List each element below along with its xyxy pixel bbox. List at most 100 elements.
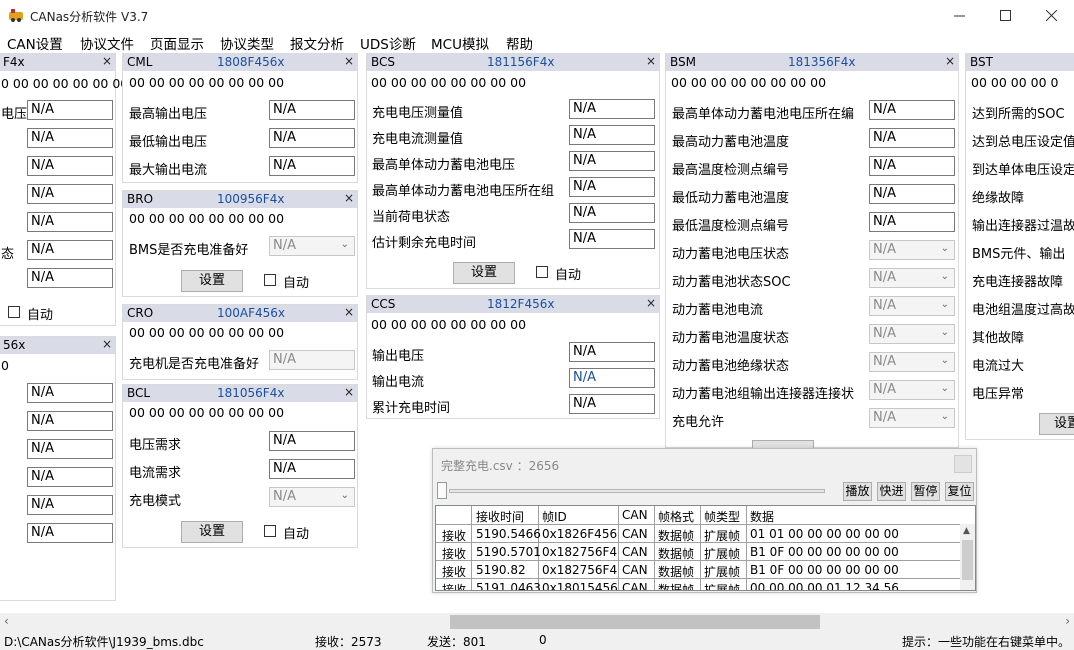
value-field[interactable]: N/A — [27, 240, 113, 260]
column-header[interactable]: 数据 — [750, 508, 774, 525]
value-field[interactable]: N/A — [27, 495, 113, 515]
panel-close-button[interactable]: × — [102, 337, 112, 351]
scroll-up-icon[interactable]: ▲ — [963, 526, 970, 536]
settings-button[interactable]: 设置 — [453, 262, 515, 284]
pause-button[interactable]: 暂停 — [911, 482, 940, 501]
value-field[interactable]: N/A — [269, 459, 355, 479]
workspace-horizontal-scrollbar[interactable]: ‹ › — [0, 613, 1074, 631]
panel-close-button[interactable]: × — [344, 385, 354, 399]
field-label: 电压 — [1, 107, 28, 122]
menu-uds-diagnosis[interactable]: UDS诊断 — [360, 33, 416, 53]
menu-message-analysis[interactable]: 报文分析 — [290, 33, 344, 53]
value-field[interactable]: N/A — [269, 100, 355, 120]
column-header[interactable]: 帧ID — [542, 508, 567, 525]
scroll-thumb[interactable] — [962, 540, 973, 580]
value-field[interactable]: N/A — [569, 203, 655, 223]
value-field[interactable]: N/A — [27, 128, 113, 148]
value-field[interactable]: N/A — [869, 128, 955, 148]
value-field[interactable]: N/A — [569, 394, 655, 414]
settings-button[interactable]: 设置 — [181, 521, 243, 543]
panel-name: CRO — [127, 306, 154, 320]
value-field[interactable]: N/A — [569, 125, 655, 145]
value-field[interactable]: N/A — [27, 156, 113, 176]
value-field[interactable]: N/A — [269, 431, 355, 451]
value-dropdown[interactable]: N/A ⌄ — [269, 487, 355, 507]
value-field[interactable]: N/A — [569, 151, 655, 171]
panel-close-button[interactable]: × — [102, 54, 112, 68]
value-field[interactable]: N/A — [27, 383, 113, 403]
settings-button[interactable]: 设置 — [1039, 413, 1074, 435]
value-field[interactable]: N/A — [27, 268, 113, 288]
playback-slider-handle[interactable] — [437, 482, 447, 499]
value-field[interactable]: N/A — [27, 467, 113, 487]
minimize-button[interactable] — [936, 2, 982, 29]
value-field[interactable]: N/A — [869, 156, 955, 176]
auto-checkbox[interactable] — [536, 266, 548, 278]
value-field[interactable]: N/A — [27, 184, 113, 204]
playback-slider-track[interactable] — [449, 489, 825, 493]
table-vertical-scrollbar[interactable]: ▲ — [960, 524, 975, 590]
value-field[interactable]: N/A — [269, 156, 355, 176]
scroll-thumb[interactable] — [450, 615, 820, 629]
field-label: 最高单体动力蓄电池电压所在编 — [672, 107, 855, 122]
value-dropdown[interactable]: N/A ⌄ — [869, 352, 955, 372]
menu-page-display[interactable]: 页面显示 — [150, 33, 204, 53]
reset-button[interactable]: 复位 — [945, 482, 974, 501]
panel-close-button[interactable]: × — [344, 191, 354, 205]
value-dropdown[interactable]: N/A ⌄ — [869, 408, 955, 428]
value-field[interactable]: N/A — [569, 368, 655, 388]
value-dropdown[interactable]: N/A ⌄ — [869, 324, 955, 344]
field-label: 其他故障 — [972, 331, 1025, 346]
value-dropdown[interactable]: N/A ⌄ — [269, 236, 355, 256]
column-header[interactable]: 接收时间 — [476, 508, 524, 525]
scroll-left-icon[interactable]: ‹ — [4, 614, 9, 628]
playback-corner-button[interactable] — [954, 455, 972, 473]
menu-protocol-file[interactable]: 协议文件 — [80, 33, 134, 53]
menu-help[interactable]: 帮助 — [506, 33, 533, 53]
value-field[interactable]: N/A — [27, 100, 113, 120]
panel-name: BCL — [127, 386, 151, 400]
close-window-button[interactable] — [1028, 2, 1074, 29]
field-label: 动力蓄电池温度状态 — [672, 331, 790, 346]
menu-mcu-simulation[interactable]: MCU模拟 — [431, 33, 489, 53]
value-dropdown[interactable]: N/A ⌄ — [869, 240, 955, 260]
settings-button[interactable]: 设置 — [181, 270, 243, 292]
column-header[interactable]: CAN — [622, 508, 648, 522]
maximize-button[interactable] — [982, 2, 1028, 29]
column-header[interactable]: 帧类型 — [704, 508, 740, 525]
field-label: 最高温度检测点编号 — [672, 163, 790, 178]
value-dropdown[interactable]: N/A ⌄ — [869, 296, 955, 316]
value-field[interactable]: N/A — [569, 342, 655, 362]
auto-label: 自动 — [555, 268, 582, 283]
value-field[interactable]: N/A — [869, 212, 955, 232]
value-dropdown[interactable]: N/A ⌄ — [869, 268, 955, 288]
column-header[interactable]: 帧格式 — [658, 508, 694, 525]
play-button[interactable]: 播放 — [843, 482, 872, 501]
auto-checkbox[interactable] — [8, 306, 20, 318]
fast-forward-button[interactable]: 快进 — [877, 482, 906, 501]
panel-close-button[interactable]: × — [344, 54, 354, 68]
value-field[interactable]: N/A — [27, 212, 113, 232]
value-field[interactable]: N/A — [869, 100, 955, 120]
menu-protocol-type[interactable]: 协议类型 — [220, 33, 274, 53]
value-field[interactable]: N/A — [27, 523, 113, 543]
panel-bytes: 00 00 00 00 0 — [971, 75, 1059, 90]
scroll-right-icon[interactable]: › — [1065, 614, 1070, 628]
value-dropdown[interactable]: N/A ⌄ — [869, 380, 955, 400]
value-field[interactable]: N/A — [269, 128, 355, 148]
menu-can-settings[interactable]: CAN设置 — [7, 33, 63, 53]
value-field[interactable]: N/A — [569, 229, 655, 249]
auto-label: 自动 — [27, 308, 54, 323]
panel-close-button[interactable]: × — [945, 54, 955, 68]
panel-close-button[interactable]: × — [646, 296, 656, 310]
value-field[interactable]: N/A — [869, 184, 955, 204]
value-dropdown[interactable]: N/A — [269, 350, 355, 370]
value-field[interactable]: N/A — [27, 411, 113, 431]
value-field[interactable]: N/A — [27, 439, 113, 459]
panel-close-button[interactable]: × — [344, 305, 354, 319]
auto-checkbox[interactable] — [264, 274, 276, 286]
value-field[interactable]: N/A — [569, 177, 655, 197]
auto-checkbox[interactable] — [264, 525, 276, 537]
value-field[interactable]: N/A — [569, 99, 655, 119]
panel-close-button[interactable]: × — [646, 54, 656, 68]
